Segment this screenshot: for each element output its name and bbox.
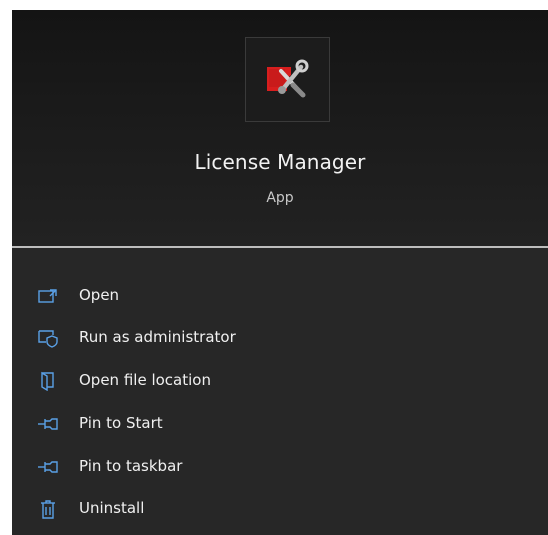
- pin-icon: [38, 418, 58, 430]
- run-as-administrator-icon: [38, 330, 58, 348]
- app-header: License Manager App: [12, 10, 548, 246]
- menu-item-open-file-location[interactable]: Open file location: [12, 360, 548, 402]
- menu-item-label: Open file location: [79, 371, 211, 389]
- uninstall-icon: [41, 500, 55, 519]
- context-menu: Open Run as administrator Open file loca…: [12, 248, 548, 535]
- menu-item-label: Open: [79, 286, 120, 304]
- menu-item-label: Run as administrator: [79, 328, 236, 346]
- app-tile[interactable]: [245, 37, 330, 122]
- app-type-label: App: [266, 190, 294, 206]
- menu-item-label: Pin to Start: [79, 414, 163, 432]
- menu-item-pin-to-taskbar[interactable]: Pin to taskbar: [12, 446, 548, 488]
- menu-item-open[interactable]: Open: [12, 275, 548, 317]
- menu-item-run-as-administrator[interactable]: Run as administrator: [12, 317, 548, 359]
- menu-item-label: Pin to taskbar: [79, 457, 183, 475]
- app-name: License Manager: [194, 150, 366, 174]
- open-icon: [38, 289, 57, 303]
- open-file-location-icon: [41, 371, 54, 391]
- start-menu-app-context-panel: License Manager App Open Run as administ…: [12, 10, 548, 535]
- menu-item-pin-to-start[interactable]: Pin to Start: [12, 403, 548, 445]
- pin-icon: [38, 461, 58, 473]
- menu-item-label: Uninstall: [79, 499, 145, 517]
- menu-item-uninstall[interactable]: Uninstall: [12, 488, 548, 530]
- license-manager-app-icon: [267, 59, 309, 98]
